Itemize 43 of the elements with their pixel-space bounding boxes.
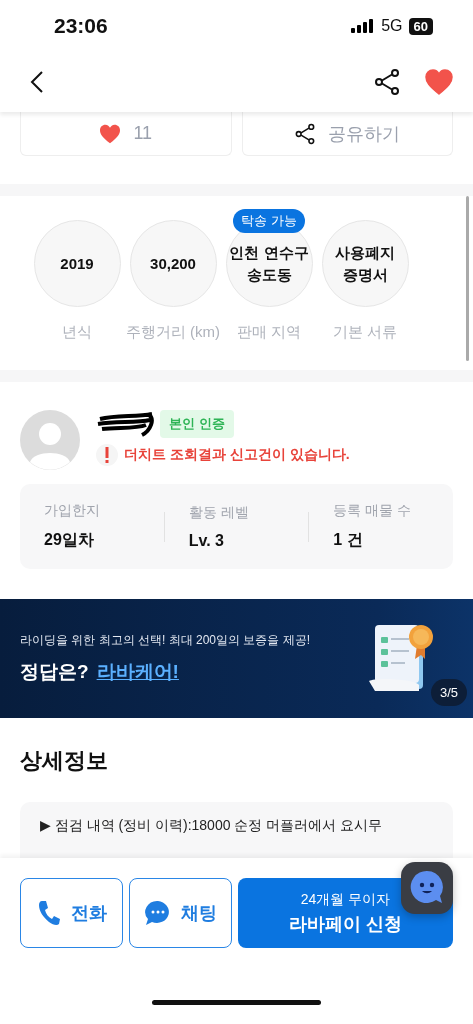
stat-label: 등록 매물 수 <box>333 502 413 520</box>
phone-icon <box>36 900 61 926</box>
spec-value: 2019 <box>59 253 95 274</box>
promo-banner[interactable]: 라이딩을 위한 최고의 선택! 최대 200일의 보증을 제공! 정답은? 라바케어! 3/5 <box>0 599 473 718</box>
back-icon[interactable] <box>30 70 44 94</box>
battery-indicator: 60 <box>408 17 433 35</box>
page-indicator: 3/5 <box>430 679 467 706</box>
banner-title: 정답은? <box>20 660 89 684</box>
call-button[interactable]: 전화 <box>20 878 123 948</box>
stat-label: 가입한지 <box>44 502 101 520</box>
share-button[interactable]: 공유하기 <box>241 112 453 156</box>
spec-value: 사용폐지 증명서 <box>334 242 396 285</box>
like-button[interactable]: 11 <box>20 112 232 156</box>
section-title: 상세정보 <box>20 747 109 775</box>
signal-icon <box>351 19 376 33</box>
chat-button[interactable]: 채팅 <box>129 878 232 948</box>
heart-icon <box>99 123 122 144</box>
spec-label: 판매 지역 <box>236 323 302 342</box>
redaction-mark <box>96 411 156 437</box>
spec-value: 인천 연수구 송도동 <box>228 242 310 285</box>
chatbot-overlay[interactable] <box>401 862 453 914</box>
status-time: 23:06 <box>54 14 108 38</box>
warning-icon <box>96 444 118 466</box>
spec-value: 30,200 <box>149 253 197 274</box>
network-label: 5G <box>381 17 403 35</box>
share-icon <box>294 122 317 145</box>
share-icon[interactable] <box>373 68 401 96</box>
verified-badge: 본인 인증 <box>160 410 234 438</box>
spec-label: 기본 서류 <box>332 323 398 342</box>
spec-label: 년식 <box>62 323 92 342</box>
stat-value: 29일차 <box>44 530 95 550</box>
stat-label: 활동 레벨 <box>188 503 250 522</box>
banner-subtitle: 라이딩을 위한 최고의 선택! 최대 200일의 보증을 제공! <box>20 632 312 649</box>
delivery-badge: 탁송 가능 <box>233 209 305 233</box>
stat-value: 1 건 <box>333 530 364 550</box>
banner-link[interactable]: 라바케어! <box>96 659 179 685</box>
heart-icon[interactable] <box>425 69 453 95</box>
spec-label: 주행거리 (km) <box>125 323 221 342</box>
avatar-icon <box>20 410 80 470</box>
chat-icon <box>144 900 171 926</box>
details-text: ▶ 점검 내역 (정비 이력):18000 순정 머플러에서 요시무 <box>40 817 383 833</box>
warning-text: 더치트 조회결과 신고건이 있습니다. <box>124 446 350 464</box>
stat-value: Lv. 3 <box>188 531 225 550</box>
